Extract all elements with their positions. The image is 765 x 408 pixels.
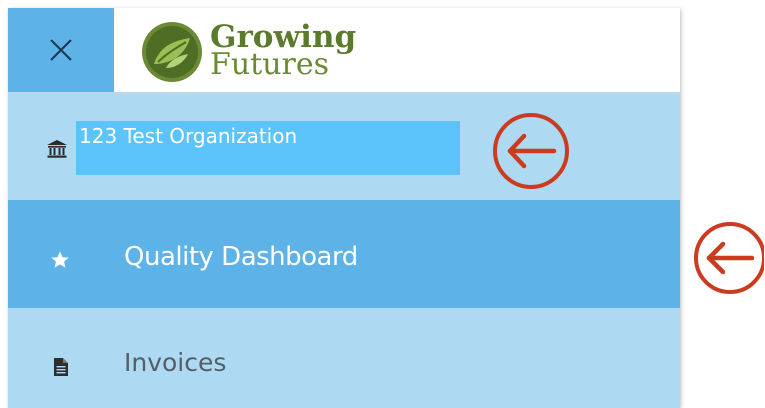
annotation-arrow-icon	[694, 222, 764, 294]
close-icon	[50, 39, 72, 61]
organization-name: 123 Test Organization	[79, 124, 298, 148]
menu-item-invoices[interactable]: Invoices	[8, 308, 680, 408]
close-menu-button[interactable]	[8, 8, 114, 92]
app-root: Growing Futures 123 Test Organization Qu…	[0, 0, 765, 408]
organization-row[interactable]: 123 Test Organization	[8, 94, 680, 200]
menu-item-label: Invoices	[124, 348, 227, 377]
growing-futures-logo: Growing Futures	[140, 20, 390, 84]
star-icon	[51, 251, 69, 268]
menu-item-label: Quality Dashboard	[124, 242, 358, 272]
menu-item-quality-dashboard[interactable]: Quality Dashboard	[8, 200, 680, 308]
leaf-logo-icon	[142, 22, 202, 82]
logo-line-2: Futures	[210, 47, 330, 82]
side-menu-panel: Growing Futures 123 Test Organization Qu…	[8, 8, 680, 408]
institution-icon	[47, 140, 67, 158]
menu-header: Growing Futures	[8, 8, 680, 94]
document-icon	[54, 358, 68, 376]
annotation-arrow-icon	[493, 113, 569, 189]
